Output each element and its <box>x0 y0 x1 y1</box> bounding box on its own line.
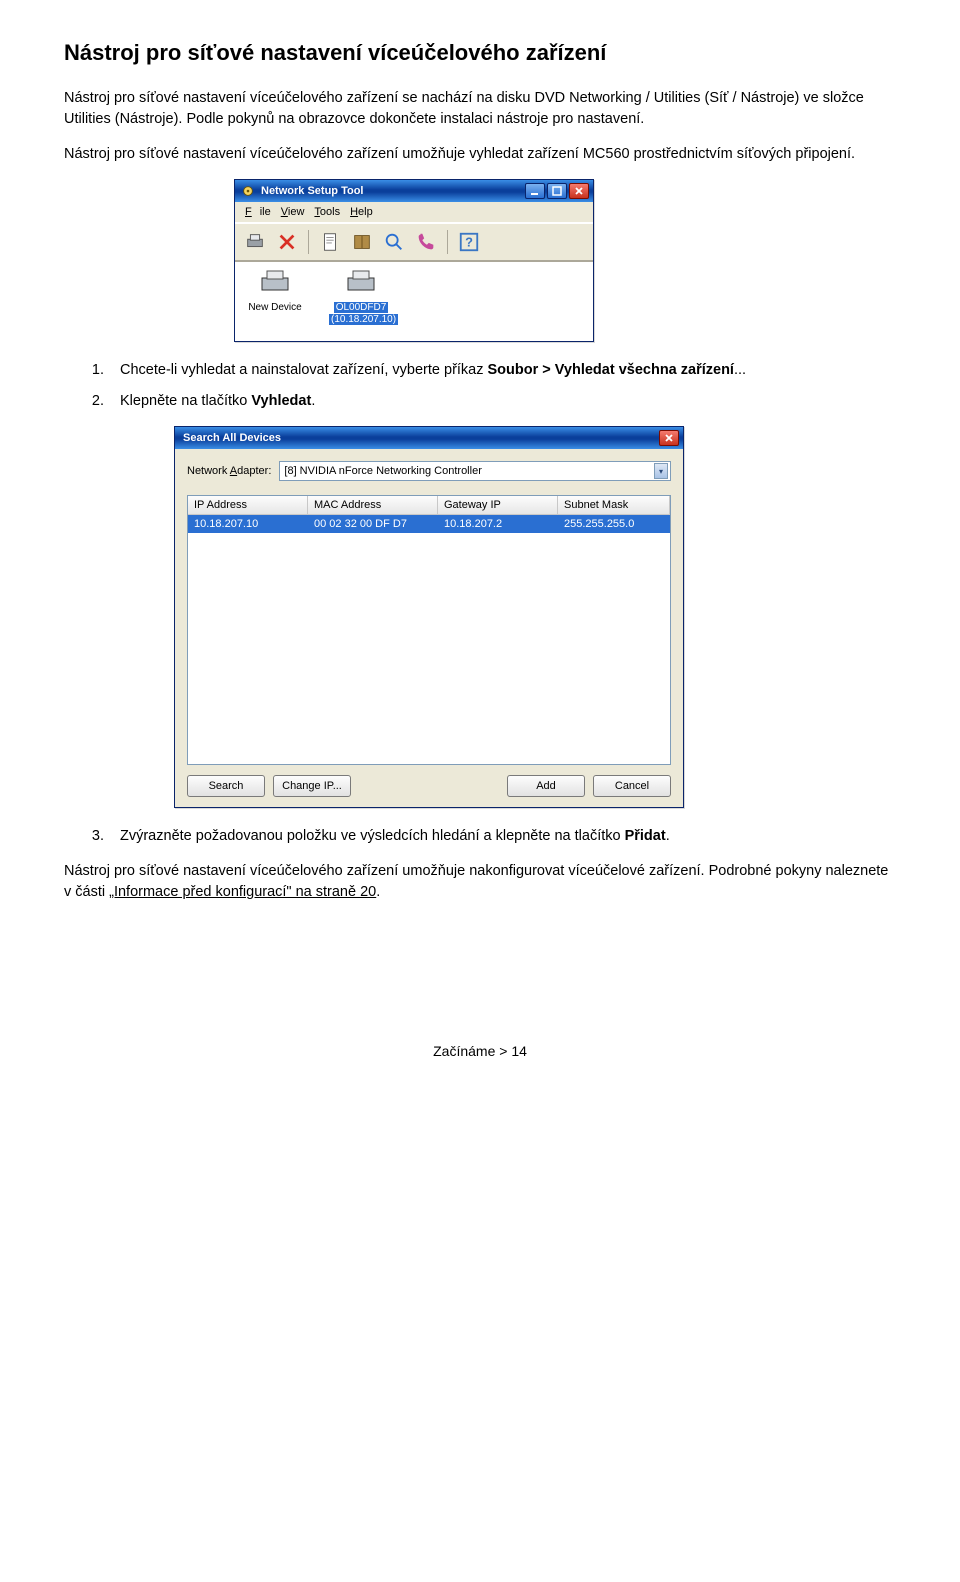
col-gateway[interactable]: Gateway IP <box>438 496 558 515</box>
add-button[interactable]: Add <box>507 775 585 797</box>
step-2: Klepněte na tlačítko Vyhledat. <box>108 391 896 412</box>
svg-text:?: ? <box>465 235 473 250</box>
adapter-value: [8] NVIDIA nForce Networking Controller <box>284 465 481 477</box>
change-ip-button[interactable]: Change IP... <box>273 775 351 797</box>
toolbar-help-button[interactable]: ? <box>455 228 483 256</box>
printer-icon <box>344 268 378 298</box>
paragraph-2: Nástroj pro síťové nastavení víceúčelové… <box>64 144 896 165</box>
cell-ip: 10.18.207.10 <box>188 515 308 533</box>
results-header: IP Address MAC Address Gateway IP Subnet… <box>188 496 670 515</box>
toolbar-search-button[interactable] <box>380 228 408 256</box>
dialog-title: Search All Devices <box>183 432 281 444</box>
toolbar-delete-button[interactable] <box>273 228 301 256</box>
cancel-button[interactable]: Cancel <box>593 775 671 797</box>
col-ip[interactable]: IP Address <box>188 496 308 515</box>
cell-subnet: 255.255.255.0 <box>558 515 670 533</box>
toolbar-phone-button[interactable] <box>412 228 440 256</box>
paragraph-3: Nástroj pro síťové nastavení víceúčelové… <box>64 861 896 903</box>
menu-tools[interactable]: Tools <box>310 204 344 220</box>
gear-icon <box>241 184 255 198</box>
menu-view[interactable]: View <box>277 204 309 220</box>
search-all-devices-dialog: Search All Devices Network Adapter: [8] … <box>174 426 684 808</box>
results-row-selected[interactable]: 10.18.207.10 00 02 32 00 DF D7 10.18.207… <box>188 515 670 533</box>
titlebar[interactable]: Network Setup Tool <box>235 180 593 202</box>
titlebar[interactable]: Search All Devices <box>175 427 683 449</box>
printer-icon <box>258 268 292 298</box>
menu-help[interactable]: Help <box>346 204 377 220</box>
adapter-combo[interactable]: [8] NVIDIA nForce Networking Controller … <box>279 461 671 481</box>
link-config-info[interactable]: „Informace před konfigurací" na straně 2… <box>109 884 376 900</box>
paragraph-1: Nástroj pro síťové nastavení víceúčelové… <box>64 88 896 130</box>
device-selected[interactable]: OL00DFD7 (10.18.207.10) <box>329 268 393 325</box>
page-footer: Začínáme > 14 <box>64 1043 896 1059</box>
close-button[interactable] <box>659 430 679 446</box>
device-area: New Device OL00DFD7 (10.18.207.10) <box>235 261 593 341</box>
col-mac[interactable]: MAC Address <box>308 496 438 515</box>
toolbar: ? <box>235 223 593 261</box>
toolbar-book-button[interactable] <box>348 228 376 256</box>
menu-file[interactable]: File <box>241 204 275 220</box>
col-subnet[interactable]: Subnet Mask <box>558 496 670 515</box>
heading: Nástroj pro síťové nastavení víceúčelové… <box>64 40 896 66</box>
menu-bar: File View Tools Help <box>235 202 593 223</box>
cell-gateway: 10.18.207.2 <box>438 515 558 533</box>
chevron-down-icon[interactable]: ▾ <box>654 463 668 479</box>
window-buttons <box>525 183 589 199</box>
maximize-button[interactable] <box>547 183 567 199</box>
device-new[interactable]: New Device <box>243 268 307 313</box>
step-3: Zvýrazněte požadovanou položku ve výsled… <box>108 826 896 847</box>
toolbar-page-button[interactable] <box>316 228 344 256</box>
cell-mac: 00 02 32 00 DF D7 <box>308 515 438 533</box>
results-list[interactable]: IP Address MAC Address Gateway IP Subnet… <box>187 495 671 765</box>
minimize-button[interactable] <box>525 183 545 199</box>
window-title: Network Setup Tool <box>261 185 363 197</box>
step-1: Chcete-li vyhledat a nainstalovat zaříze… <box>108 360 896 381</box>
toolbar-printer-button[interactable] <box>241 228 269 256</box>
search-button[interactable]: Search <box>187 775 265 797</box>
network-setup-tool-window: Network Setup Tool File View Tools Help … <box>234 179 594 342</box>
adapter-label: Network Adapter: <box>187 465 271 477</box>
close-button[interactable] <box>569 183 589 199</box>
